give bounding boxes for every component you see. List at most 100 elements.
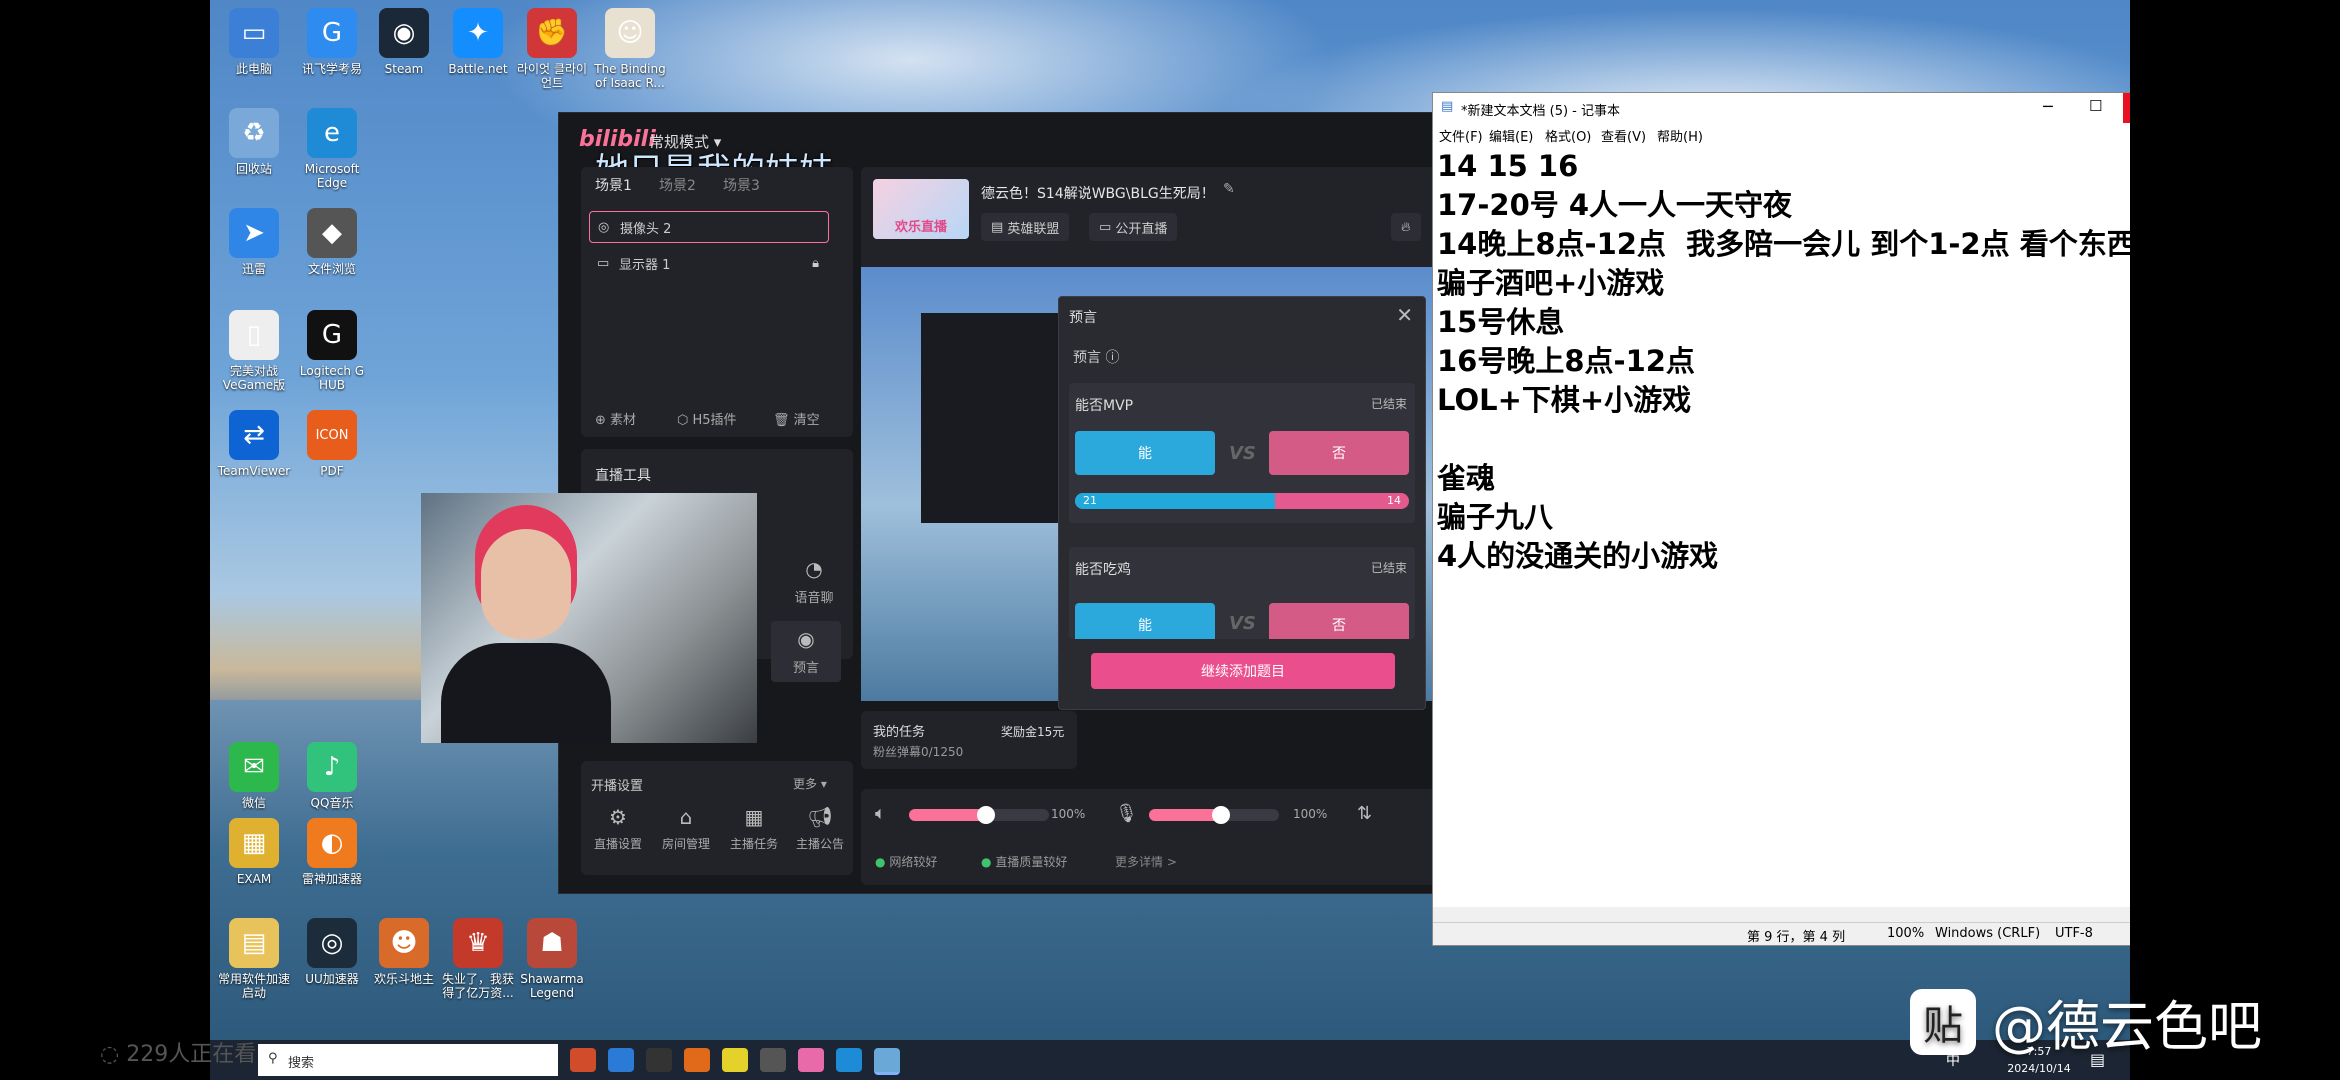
desktop-icon-label: The Binding of Isaac R... <box>594 62 666 90</box>
taskbar-app-6[interactable] <box>760 1048 786 1072</box>
desktop-icon[interactable]: ◐ 雷神加速器 <box>292 818 372 886</box>
desktop-icon[interactable]: ▯ 完美对战 VeGame版 <box>214 310 294 392</box>
desktop-icon[interactable]: ☺ The Binding of Isaac R... <box>590 8 670 90</box>
text-line: LOL+下棋+小游戏 <box>1437 383 1692 417</box>
taskbar-app-4[interactable] <box>684 1048 710 1072</box>
desktop-icon[interactable]: ◎ UU加速器 <box>292 918 372 986</box>
desktop-icon[interactable]: ▤ 常用软件加速启动 <box>214 918 294 1000</box>
desktop-icon-label: 文件浏览 <box>307 262 356 276</box>
edit-title-icon[interactable]: ✎ <box>1223 181 1235 197</box>
desktop-icon[interactable]: ✊ 라이엇 클라이언트 <box>512 8 592 90</box>
speaker-slider[interactable] <box>909 806 1049 824</box>
mic-icon[interactable]: 🎙︎ <box>1115 803 1138 824</box>
lock-icon[interactable]: 🔒︎ <box>812 256 819 271</box>
desktop-icon[interactable]: G Logitech G HUB <box>292 310 372 392</box>
taskbar-app-8[interactable] <box>836 1048 862 1072</box>
audio-panel <box>861 789 1439 885</box>
source-label: 摄像头 2 <box>620 221 672 237</box>
tab-scene-3[interactable]: 场景3 <box>723 175 760 195</box>
app-icon: ▦ <box>229 818 279 868</box>
source-tool-material[interactable]: ⊕ 素材 <box>595 409 636 428</box>
speaker-icon[interactable]: 🔈︎ <box>875 803 886 824</box>
desktop-icon[interactable]: ♛ 失业了，我获得了亿万资... <box>438 918 518 1000</box>
add-question-button[interactable]: 继续添加题目 <box>1091 653 1395 689</box>
live-tools-title: 直播工具 <box>595 468 651 484</box>
calendar-icon: ▦ <box>744 805 764 829</box>
desktop-icon[interactable]: ☗ Shawarma Legend <box>512 918 592 1000</box>
mic-slider[interactable] <box>1149 806 1279 824</box>
stream-thumbnail[interactable]: 欢乐直播 <box>873 179 969 239</box>
close-icon[interactable]: ✕ <box>1396 303 1413 327</box>
desktop-icon[interactable]: ICON PDF <box>292 410 372 478</box>
source-tool-clear[interactable]: 🗑︎ 清空 <box>773 409 820 428</box>
desktop-icon[interactable]: ◆ 文件浏览 <box>292 208 372 276</box>
desktop-icon-label: Microsoft Edge <box>304 162 360 190</box>
status-quality: ● 直播质量较好 <box>981 855 1068 869</box>
desktop-icon[interactable]: ⇄ TeamViewer <box>214 410 294 478</box>
megaphone-icon: 📢︎ <box>807 805 833 829</box>
stream-settings-more[interactable]: 更多 ▾ <box>793 775 827 792</box>
speaker-volume: 100% <box>1051 807 1086 821</box>
desktop-icon[interactable]: G 讯飞学考易 <box>292 8 372 76</box>
menu-item[interactable]: 查看(V) <box>1601 126 1646 145</box>
option-yes[interactable]: 能 <box>1075 431 1215 475</box>
menu-item[interactable]: 编辑(E) <box>1489 126 1533 145</box>
desktop-icon[interactable]: ✦ Battle.net <box>438 8 518 76</box>
menu-item[interactable]: 格式(O) <box>1545 126 1591 145</box>
tab-scene-2[interactable]: 场景2 <box>659 175 696 195</box>
option-no[interactable]: 否 <box>1269 431 1409 475</box>
menu-item[interactable]: 帮助(H) <box>1657 126 1703 145</box>
category-pill[interactable]: ▤ 英雄联盟 <box>981 213 1070 241</box>
desktop-icon[interactable]: ☻ 欢乐斗地主 <box>364 918 444 986</box>
desktop-icon-label: 라이엇 클라이언트 <box>516 62 588 90</box>
option-no[interactable]: 否 <box>1269 603 1409 639</box>
zoom-level: 100% <box>1887 926 1925 941</box>
tab-scene-1[interactable]: 场景1 <box>595 175 632 195</box>
text-line: 17-20号 4人一人一天守夜 <box>1437 188 1793 222</box>
visibility-pill[interactable]: ▭ 公开直播 <box>1089 213 1178 241</box>
task-card[interactable] <box>861 711 1077 769</box>
taskbar-app-notepad[interactable] <box>874 1048 900 1075</box>
tool-prediction[interactable]: ◉ 预言 <box>771 621 841 682</box>
notepad-text-area[interactable]: 14 15 16 17-20号 4人一人一天守夜 14晚上8点-12点 我多陪一会儿… <box>1437 147 2130 907</box>
desktop-icon-label: TeamViewer <box>217 464 291 478</box>
setting-live[interactable]: ⚙ 直播设置 <box>583 805 653 852</box>
taskbar-app-1[interactable] <box>570 1048 596 1072</box>
menu-item[interactable]: 文件(F) <box>1439 126 1483 145</box>
voice-icon: ◔ <box>805 557 823 581</box>
app-icon: ◐ <box>307 818 357 868</box>
desktop-icon[interactable]: ♻ 回收站 <box>214 108 294 176</box>
source-tool-h5[interactable]: ⬡ H5插件 <box>677 409 737 428</box>
minimize-icon[interactable]: ─ <box>2043 97 2053 116</box>
desktop-icon[interactable]: ➤ 迅雷 <box>214 208 294 276</box>
app-icon: ◆ <box>307 208 357 258</box>
desktop-icon[interactable]: e Microsoft Edge <box>292 108 372 190</box>
setting-room[interactable]: ⌂ 房间管理 <box>651 805 721 852</box>
maximize-icon[interactable]: ☐ <box>2089 97 2102 115</box>
source-display[interactable]: ▭ 显示器 1 🔒︎ <box>589 247 829 279</box>
slider-knob[interactable] <box>1211 806 1230 824</box>
search-box[interactable]: ⚲ 搜索 <box>258 1044 558 1076</box>
setting-notice[interactable]: 📢︎ 主播公告 <box>785 805 855 852</box>
taskbar-app-7[interactable] <box>798 1048 824 1072</box>
close-button[interactable]: ✕ <box>2123 93 2130 123</box>
taskbar-app-5[interactable] <box>722 1048 748 1072</box>
mixer-icon[interactable]: ⇅ <box>1357 803 1372 824</box>
horizontal-scrollbar[interactable] <box>1433 907 2130 923</box>
desktop-icon[interactable]: ▦ EXAM <box>214 818 294 886</box>
slider-knob[interactable] <box>977 806 995 824</box>
tool-voice-chat[interactable]: ◔ 语音聊 <box>779 557 849 606</box>
desktop-icon-label: 回收站 <box>235 162 272 176</box>
source-camera[interactable]: ◎ 摄像头 2 <box>589 211 829 243</box>
taskbar-app-3[interactable] <box>646 1048 672 1072</box>
status-more-link[interactable]: 更多详情 > <box>1115 853 1177 870</box>
hot-pill[interactable]: 🔥︎ <box>1391 213 1421 241</box>
desktop-icon[interactable]: ♪ QQ音乐 <box>292 742 372 810</box>
setting-tasks[interactable]: ▦ 主播任务 <box>719 805 789 852</box>
option-yes[interactable]: 能 <box>1075 603 1215 639</box>
desktop-icon[interactable]: ◉ Steam <box>364 8 444 76</box>
taskbar-app-2[interactable] <box>608 1048 634 1072</box>
desktop-icon[interactable]: ✉ 微信 <box>214 742 294 810</box>
status-badge: 已结束 <box>1370 561 1407 575</box>
desktop-icon[interactable]: ▭ 此电脑 <box>214 8 294 76</box>
